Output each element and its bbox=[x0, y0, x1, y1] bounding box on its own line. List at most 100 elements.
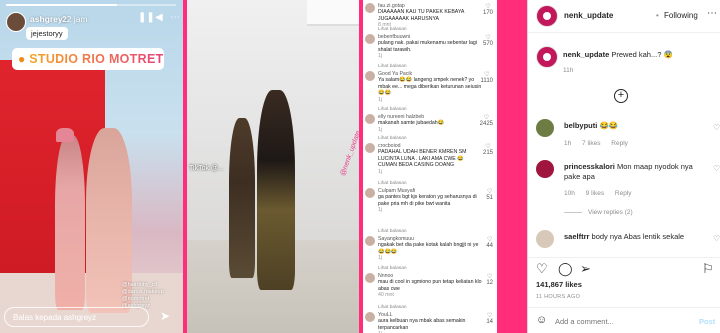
mute-icon[interactable]: ◀ bbox=[155, 12, 163, 23]
location-pin-icon: ● bbox=[18, 52, 26, 66]
comment-avatar[interactable] bbox=[536, 230, 554, 248]
story-time: 22 jam bbox=[62, 14, 88, 24]
screenshot-comment-likes: ♡ 44 bbox=[486, 237, 493, 249]
screenshot-view-replies: Lihat balasan bbox=[378, 305, 407, 310]
comment-icon[interactable]: ◯ bbox=[558, 261, 573, 277]
comment-reply[interactable]: Reply bbox=[615, 190, 632, 197]
more-icon[interactable]: ⋯ bbox=[170, 12, 180, 23]
person-woman bbox=[257, 90, 295, 290]
pink-cap bbox=[56, 128, 74, 142]
location-sticker[interactable]: ● STUDIO RIO MOTRET bbox=[12, 48, 164, 70]
heart-icon[interactable]: ♡ bbox=[536, 261, 548, 277]
heart-icon[interactable]: ♡ bbox=[713, 164, 720, 173]
screenshot-view-replies: Lihat balasan bbox=[378, 181, 407, 186]
screenshot-comment-avatar bbox=[365, 143, 375, 153]
heart-icon: ♡ bbox=[486, 274, 493, 280]
comment-likes[interactable]: 9 likes bbox=[586, 190, 604, 197]
screenshot-view-replies: Lihat balasan bbox=[378, 266, 407, 271]
screenshot-comment-avatar bbox=[365, 3, 375, 13]
post-button[interactable]: Post bbox=[699, 317, 715, 326]
post-actions-bar: ♡ ◯ ➢ ⚐ bbox=[528, 257, 720, 277]
comment-body: belbyputi 😂😂 bbox=[564, 121, 704, 131]
screenshot-comment-likes: ♡ 215 bbox=[482, 144, 493, 156]
more-dots-icon[interactable]: ⋯ bbox=[707, 8, 717, 19]
screenshot-view-replies: Lihat balasan bbox=[378, 136, 407, 141]
plus-circle-icon[interactable]: + bbox=[614, 89, 628, 103]
following-button[interactable]: Following bbox=[664, 11, 698, 20]
emoji-icon[interactable]: ☺ bbox=[536, 314, 547, 326]
screenshot-comment-avatar bbox=[365, 34, 375, 44]
heart-icon: ♡ bbox=[486, 189, 493, 195]
header-separator: • bbox=[656, 11, 659, 20]
screenshot-comment-avatar bbox=[365, 312, 375, 322]
comment-username[interactable]: belbyputi bbox=[564, 121, 597, 130]
screenshot-comment-avatar bbox=[365, 114, 375, 124]
heart-icon: ♡ bbox=[484, 72, 490, 78]
screenshot-comment-avatar bbox=[365, 273, 375, 283]
screenshot-comment-text: YouLL aura kelbuan nya mbak abas semakin … bbox=[378, 312, 466, 333]
mention-sticker[interactable]: jejestoryy bbox=[26, 27, 68, 40]
comment-reply[interactable]: Reply bbox=[611, 140, 628, 147]
comment-body: saelftrr body nya Abas lentik sekale bbox=[564, 232, 704, 242]
send-icon[interactable]: ➤ bbox=[160, 309, 170, 323]
account-username[interactable]: nenk_update bbox=[564, 11, 613, 20]
add-comment-bar: ☺ Post bbox=[528, 307, 720, 333]
heart-icon: ♡ bbox=[483, 115, 490, 121]
post-header: nenk_update • Following ⋯ bbox=[528, 0, 720, 33]
comment-text: body nya Abas lentik sekale bbox=[591, 232, 685, 241]
screenshot-comment-avatar bbox=[365, 188, 375, 198]
heart-icon: ♡ bbox=[485, 35, 491, 41]
screenshot-comment-text: elly nureeni halzbeb makanah samte jubaed… bbox=[378, 114, 445, 133]
caption-avatar[interactable] bbox=[536, 46, 558, 68]
comment-username[interactable]: princesskalori bbox=[564, 162, 615, 171]
comments-screenshot: fau.zi.gotap DIAAAAAN KAU TU PAKEK KEBAYA… bbox=[363, 0, 497, 333]
comment-text: 😂😂 bbox=[599, 121, 619, 130]
screenshot-comment-text: Sayangkomuuu ngakak bet dia pake kotak ka… bbox=[378, 236, 479, 262]
comment-meta: 1h 7 likes Reply bbox=[564, 140, 637, 147]
add-comment-input[interactable] bbox=[555, 317, 685, 326]
caption-time: 11h bbox=[563, 67, 574, 74]
heart-icon: ♡ bbox=[485, 144, 491, 150]
instagram-post-view: ashgreyz 22 jam ❚❚ ◀ ⋯ jejestoryy ● STUD… bbox=[0, 0, 720, 333]
comment-avatar[interactable] bbox=[536, 119, 554, 137]
screenshot-comment-likes: ♡ 2425 bbox=[479, 115, 493, 127]
heart-icon: ♡ bbox=[485, 4, 491, 10]
story-progress-fill bbox=[6, 4, 117, 6]
story-avatar[interactable] bbox=[6, 12, 26, 32]
screenshot-view-replies: Lihat balasan bbox=[378, 229, 407, 234]
comment-avatar[interactable] bbox=[536, 160, 554, 178]
screenshot-comment-text: fau.zi.gotap DIAAAAAN KAU TU PAKEK KEBAYA… bbox=[378, 3, 465, 29]
person-left bbox=[55, 135, 85, 310]
share-icon[interactable]: ➢ bbox=[580, 261, 591, 277]
screenshot-view-replies: Lihat balasan bbox=[378, 64, 407, 69]
heart-icon: ♡ bbox=[486, 313, 493, 319]
comment-likes[interactable]: 7 likes bbox=[582, 140, 600, 147]
screenshot-comment-avatar bbox=[365, 71, 375, 81]
account-avatar[interactable] bbox=[536, 5, 558, 27]
air-conditioner bbox=[307, 0, 359, 26]
heart-icon[interactable]: ♡ bbox=[713, 234, 720, 243]
screenshot-view-replies: Lihat balasan bbox=[378, 107, 407, 112]
caption: nenk_update Prewed kah...? 😨 bbox=[563, 50, 673, 59]
pause-icon[interactable]: ❚❚ bbox=[138, 12, 155, 23]
screenshot-comment-text: Nnnoo mau di cool in sgmiono pun tetap ke… bbox=[378, 273, 482, 299]
pink-border bbox=[513, 0, 527, 333]
screenshot-comment-likes: ♡ 170 bbox=[482, 4, 493, 16]
comment-meta: 10h 9 likes Reply bbox=[564, 190, 641, 197]
caption-username[interactable]: nenk_update bbox=[563, 50, 609, 59]
heart-icon[interactable]: ♡ bbox=[713, 123, 720, 132]
comment-username[interactable]: saelftrr bbox=[564, 232, 589, 241]
like-count[interactable]: 141,867 likes bbox=[536, 280, 582, 289]
story-reply-input[interactable]: Balas kepada ashgreyz bbox=[4, 307, 149, 327]
comment-time: 10h bbox=[564, 190, 575, 197]
comment-body: princesskalori Mon maap nyodok nya pake … bbox=[564, 162, 704, 182]
studio-photo: TikTok @... @nenk_update bbox=[187, 0, 359, 333]
bookmark-icon[interactable]: ⚐ bbox=[702, 261, 714, 277]
view-replies-link[interactable]: View replies (2) bbox=[564, 209, 633, 216]
location-label: STUDIO RIO MOTRET bbox=[29, 52, 164, 66]
screenshot-comment-likes: ♡ 12 bbox=[486, 274, 493, 286]
story-progress-track bbox=[6, 4, 176, 6]
post-media[interactable]: ashgreyz 22 jam ❚❚ ◀ ⋯ jejestoryy ● STUD… bbox=[0, 0, 527, 333]
comment-time: 1h bbox=[564, 140, 572, 147]
screenshot-comment-text: Good Ya Pacik Ya salam😂😂 langeng smpek ne… bbox=[378, 71, 482, 103]
